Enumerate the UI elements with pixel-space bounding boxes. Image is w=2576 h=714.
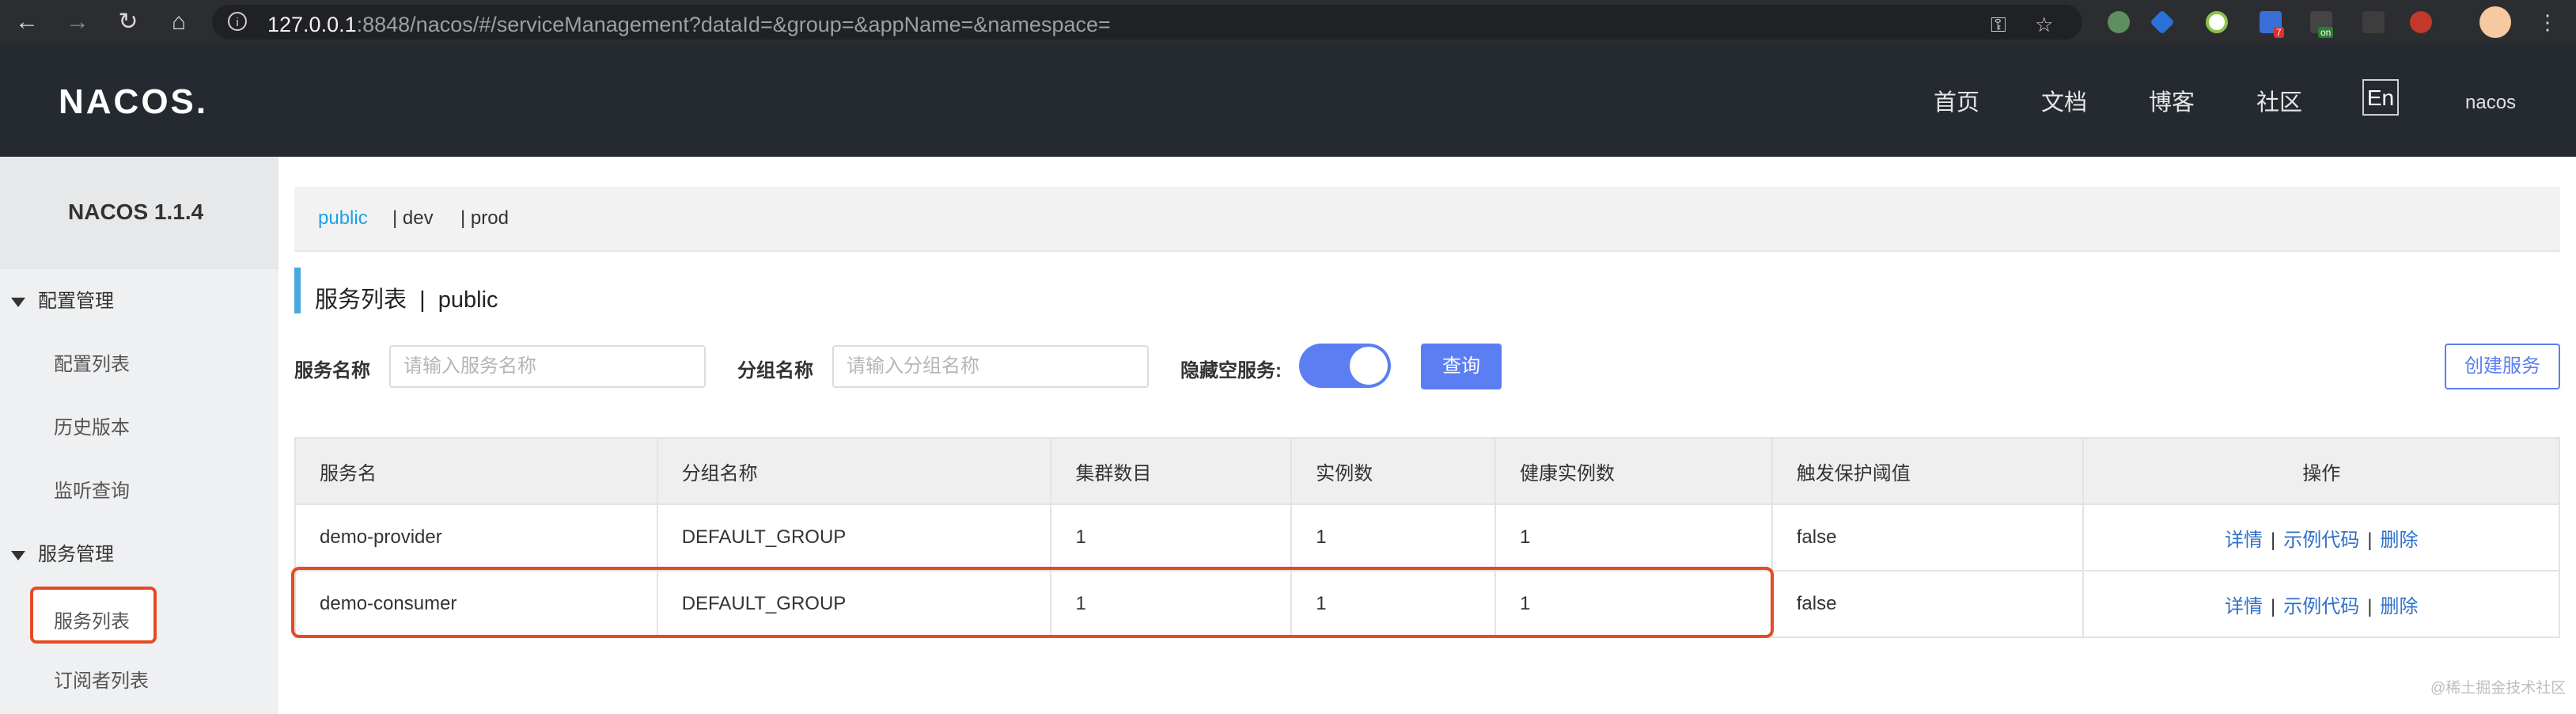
- hide-empty-label: 隐藏空服务:: [1180, 360, 1282, 382]
- watermark: @稀土掘金技术社区: [2430, 680, 2567, 697]
- extension-badge: on: [2318, 27, 2334, 38]
- healthy-count-cell: 1: [1494, 503, 1773, 572]
- sidebar-group-service[interactable]: 服务管理: [11, 538, 114, 566]
- column-header: 健康实例数: [1494, 437, 1773, 505]
- column-header: 操作: [2082, 437, 2560, 505]
- column-header: 服务名: [294, 437, 658, 505]
- table-row: demo-consumer DEFAULT_GROUP 1 1 1 false …: [294, 570, 2560, 638]
- extension-icon[interactable]: [2108, 11, 2130, 33]
- tab-dev[interactable]: | dev: [392, 207, 434, 230]
- namespace-tabs: public | dev | prod: [294, 187, 2560, 252]
- nacos-logo[interactable]: NACOS.: [59, 82, 208, 122]
- separator: |: [2270, 595, 2276, 617]
- group-name-label: 分组名称: [737, 360, 813, 382]
- sidebar-item-listener-query[interactable]: 监听查询: [54, 475, 130, 503]
- tab-prod[interactable]: | prod: [460, 207, 509, 230]
- service-name-cell: demo-consumer: [294, 570, 658, 638]
- back-icon[interactable]: ←: [11, 6, 43, 38]
- sample-code-link[interactable]: 示例代码: [2283, 530, 2359, 551]
- sidebar: NACOS 1.1.4 配置管理 配置列表 历史版本 监听查询 服务管理 服务列…: [0, 157, 278, 714]
- user-name[interactable]: nacos: [2465, 92, 2516, 114]
- diamond-extension-icon[interactable]: [2150, 9, 2175, 35]
- threshold-cell: false: [1771, 503, 2085, 572]
- hide-empty-toggle[interactable]: [1299, 344, 1391, 388]
- table-row: demo-provider DEFAULT_GROUP 1 1 1 false …: [294, 503, 2560, 572]
- key-icon[interactable]: ⚿: [1991, 13, 2006, 38]
- nav-blog[interactable]: 博客: [2149, 84, 2195, 117]
- cluster-count-cell: 1: [1050, 570, 1293, 638]
- separator: |: [2270, 529, 2276, 551]
- info-icon[interactable]: i: [228, 12, 247, 31]
- cluster-count-cell: 1: [1050, 503, 1293, 572]
- nav-docs[interactable]: 文档: [2041, 84, 2087, 117]
- service-name-cell: demo-provider: [294, 503, 658, 572]
- caret-down-icon: [11, 550, 25, 560]
- detail-link[interactable]: 详情: [2225, 596, 2263, 617]
- actions-cell: 详情 | 示例代码 | 删除: [2082, 503, 2560, 572]
- sidebar-item-config-list[interactable]: 配置列表: [54, 348, 130, 376]
- red-extension-icon[interactable]: [2410, 11, 2432, 33]
- service-name-input[interactable]: [389, 345, 706, 388]
- column-header: 集群数目: [1050, 437, 1293, 505]
- service-name-label: 服务名称: [294, 360, 370, 382]
- bookmark-star-icon[interactable]: ☆: [2035, 13, 2053, 37]
- sidebar-item-service-list[interactable]: 服务列表: [30, 587, 157, 644]
- delete-link[interactable]: 删除: [2380, 596, 2418, 617]
- create-service-button[interactable]: 创建服务: [2445, 344, 2560, 389]
- group-name-cell: DEFAULT_GROUP: [656, 570, 1052, 638]
- app-header: NACOS. 首页 文档 博客 社区 En nacos: [0, 44, 2576, 157]
- table-header-row: 服务名 分组名称 集群数目 实例数 健康实例数 触发保护阈值 操作: [294, 437, 2560, 505]
- actions-cell: 详情 | 示例代码 | 删除: [2082, 570, 2560, 638]
- browser-toolbar: ← → ↻ ⌂ i 127.0.0.1:8848/nacos/#/service…: [0, 0, 2576, 44]
- extension-badge: 7: [2274, 27, 2284, 38]
- separator: |: [2367, 529, 2373, 551]
- tab-public[interactable]: public: [318, 207, 368, 230]
- language-switch-button[interactable]: En: [2362, 79, 2399, 116]
- nav-home[interactable]: 首页: [1934, 84, 1979, 117]
- service-table: 服务名 分组名称 集群数目 实例数 健康实例数 触发保护阈值 操作 demo-p…: [294, 437, 2560, 638]
- forward-icon[interactable]: →: [62, 6, 93, 38]
- url-text[interactable]: 127.0.0.1:8848/nacos/#/serviceManagement…: [267, 13, 1111, 37]
- query-button[interactable]: 查询: [1421, 344, 1502, 389]
- toggle-knob: [1350, 347, 1388, 385]
- profile-avatar[interactable]: [2479, 6, 2511, 38]
- separator: |: [2367, 595, 2373, 617]
- column-header: 触发保护阈值: [1771, 437, 2085, 505]
- pen-extension-icon[interactable]: [2362, 11, 2385, 33]
- sidebar-item-subscribers[interactable]: 订阅者列表: [54, 665, 149, 693]
- column-header: 实例数: [1290, 437, 1497, 505]
- nav-community[interactable]: 社区: [2256, 84, 2302, 117]
- sidebar-group-config[interactable]: 配置管理: [11, 285, 114, 313]
- y-extension-icon[interactable]: [2206, 11, 2228, 33]
- instance-count-cell: 1: [1290, 570, 1497, 638]
- group-name-input[interactable]: [832, 345, 1149, 388]
- sidebar-item-history[interactable]: 历史版本: [54, 412, 130, 439]
- detail-link[interactable]: 详情: [2225, 530, 2263, 551]
- column-header: 分组名称: [656, 437, 1052, 505]
- title-accent-bar: [294, 268, 301, 313]
- group-name-cell: DEFAULT_GROUP: [656, 503, 1052, 572]
- threshold-cell: false: [1771, 570, 2085, 638]
- delete-link[interactable]: 删除: [2380, 530, 2418, 551]
- menu-icon[interactable]: ⋮: [2532, 6, 2563, 38]
- caret-down-icon: [11, 297, 25, 307]
- home-icon[interactable]: ⌂: [163, 6, 195, 38]
- version-label: NACOS 1.1.4: [0, 157, 278, 269]
- reload-icon[interactable]: ↻: [112, 6, 144, 38]
- sample-code-link[interactable]: 示例代码: [2283, 596, 2359, 617]
- extension-icon[interactable]: 7: [2260, 11, 2284, 38]
- instance-count-cell: 1: [1290, 503, 1497, 572]
- page-title: 服务列表 | public: [315, 287, 498, 313]
- healthy-count-cell: 1: [1494, 570, 1773, 638]
- address-bar[interactable]: i 127.0.0.1:8848/nacos/#/serviceManageme…: [212, 5, 2082, 40]
- list-extension-icon[interactable]: on: [2310, 11, 2334, 38]
